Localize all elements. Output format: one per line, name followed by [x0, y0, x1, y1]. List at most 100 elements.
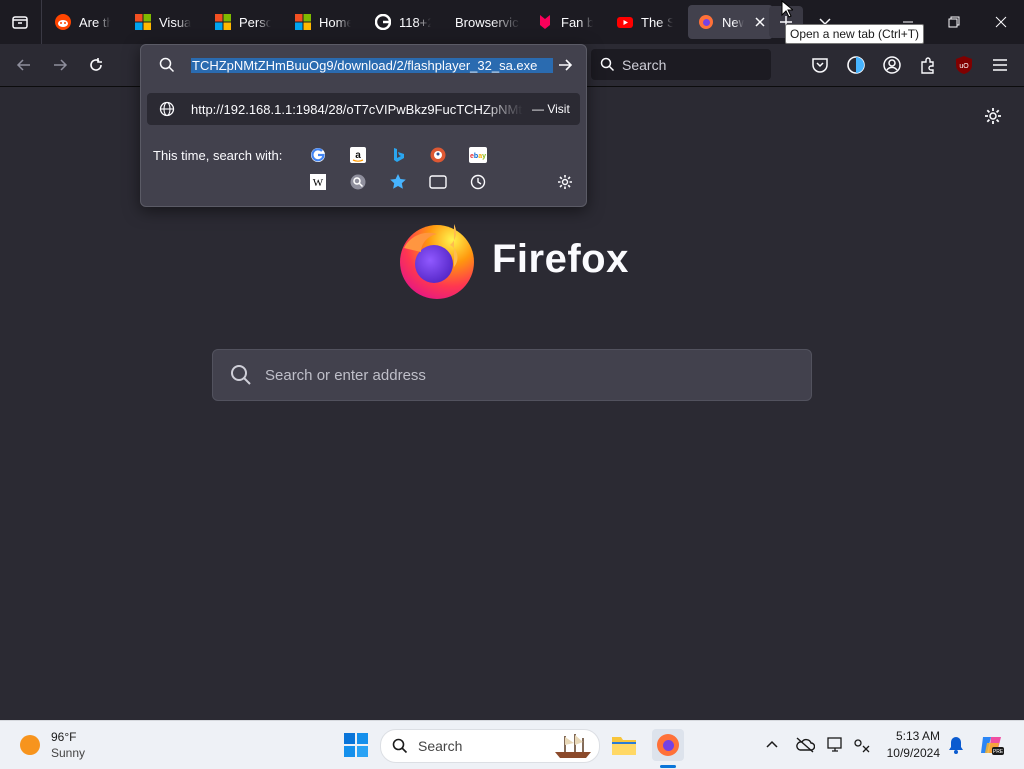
search-icon: [600, 57, 615, 72]
close-window-button[interactable]: [978, 0, 1024, 44]
tab-label: 118+2: [399, 14, 431, 30]
microsoft-icon: [215, 14, 231, 30]
show-hidden-icons-button[interactable]: [760, 729, 784, 761]
tabs-icon[interactable]: [429, 173, 447, 191]
close-tab-icon[interactable]: [754, 16, 766, 28]
home-search-box[interactable]: Search or enter address: [212, 349, 812, 401]
urlbar-value[interactable]: TCHZpNMtZHmBuuOg9/download/2/flashplayer…: [191, 58, 553, 73]
folder-icon: [612, 737, 636, 755]
restore-button[interactable]: [931, 0, 977, 44]
network-button[interactable]: [849, 729, 875, 761]
network-icon: [854, 739, 870, 753]
tab-google[interactable]: 118+2: [365, 5, 450, 39]
amazon-engine-icon[interactable]: a: [349, 146, 367, 164]
back-button[interactable]: [9, 50, 39, 80]
tab-youtube[interactable]: The Sl: [607, 5, 692, 39]
home-search-placeholder: Search or enter address: [265, 367, 426, 384]
ebay-engine-icon[interactable]: ebay: [469, 146, 487, 164]
forward-button[interactable]: [45, 50, 75, 80]
firefox-icon: [657, 734, 679, 756]
svg-text:W: W: [313, 177, 324, 189]
fandom-icon: [537, 14, 553, 30]
tab-home[interactable]: Home: [285, 5, 370, 39]
gear-icon: [985, 108, 1001, 124]
taskbar-search-label: Search: [418, 738, 463, 754]
app-menu-button[interactable]: [985, 50, 1015, 80]
search-settings-gear-icon[interactable]: [556, 173, 574, 191]
extensions-button[interactable]: [913, 50, 943, 80]
file-explorer-button[interactable]: [608, 729, 640, 761]
start-button[interactable]: [340, 729, 372, 761]
firefox-logo: Firefox: [396, 218, 629, 300]
weather-widget[interactable]: 96°F Sunny: [18, 729, 108, 761]
firefox-taskbar-button[interactable]: [652, 729, 684, 761]
tab-label: Fan bl: [561, 14, 593, 30]
notifications-button[interactable]: [943, 729, 969, 761]
hamburger-menu-icon: [993, 59, 1007, 71]
url-suggestion-row[interactable]: http://192.168.1.1:1984/28/oT7cVIPwBkz9F…: [147, 93, 580, 125]
chevron-up-icon: [766, 740, 778, 748]
pocket-button[interactable]: [805, 50, 835, 80]
page-settings-button[interactable]: [982, 105, 1004, 127]
bing-engine-icon[interactable]: [389, 146, 407, 164]
tab-list-button[interactable]: [8, 10, 32, 34]
back-arrow-icon: [16, 59, 30, 71]
tab-list-icon: [12, 16, 28, 29]
duckduckgo-engine-icon[interactable]: [429, 146, 447, 164]
sun-icon: [20, 735, 40, 755]
svg-text:uO: uO: [959, 63, 969, 70]
search-engine-icon[interactable]: [349, 173, 367, 191]
firefox-view-button[interactable]: [841, 50, 871, 80]
display-button[interactable]: [823, 729, 849, 761]
search-icon: [159, 57, 175, 73]
search-icon: [231, 365, 251, 385]
tab-visual[interactable]: Visual: [125, 5, 210, 39]
pocket-icon: [812, 58, 828, 73]
clock-time[interactable]: 5:13 AM: [890, 729, 940, 743]
close-icon: [995, 16, 1007, 28]
toolbar-search-box[interactable]: Search: [591, 49, 771, 80]
tab-label: New: [722, 14, 744, 30]
wikipedia-engine-icon[interactable]: W: [309, 173, 327, 191]
svg-text:a: a: [355, 150, 361, 161]
restore-icon: [948, 16, 960, 28]
copilot-button[interactable]: PRE: [975, 729, 1009, 761]
svg-text:ebay: ebay: [470, 153, 486, 160]
tab-new-tab[interactable]: New: [688, 5, 773, 39]
suggestion-url: http://192.168.1.1:1984/28/oT7cVIPwBkz9F…: [191, 102, 523, 117]
microsoft-icon: [295, 14, 311, 30]
tab-person[interactable]: Person: [205, 5, 290, 39]
urlbar-input[interactable]: TCHZpNMtZHmBuuOg9/download/2/flashplayer…: [141, 45, 586, 85]
tab-fandom[interactable]: Fan bl: [527, 5, 612, 39]
account-button[interactable]: [877, 50, 907, 80]
clock-date[interactable]: 10/9/2024: [880, 746, 940, 760]
urlbar-dropdown: TCHZpNMtZHmBuuOg9/download/2/flashplayer…: [140, 44, 587, 207]
tab-browservic[interactable]: Browservic: [445, 5, 533, 39]
search-icon: [392, 738, 408, 754]
puzzle-icon: [921, 57, 934, 74]
bookmarks-star-icon[interactable]: [389, 173, 407, 191]
history-clock-icon[interactable]: [469, 173, 487, 191]
reddit-icon: [55, 14, 71, 30]
ublock-button[interactable]: uO: [949, 50, 979, 80]
taskbar-search[interactable]: Search: [380, 729, 600, 763]
weather-desc: Sunny: [51, 746, 86, 760]
go-arrow-icon: [559, 59, 573, 71]
brand-name: Firefox: [492, 236, 629, 281]
monitor-icon: [827, 737, 842, 752]
cloud-off-icon: [796, 737, 815, 753]
tab-label: Browservic: [455, 14, 519, 30]
account-icon: [883, 56, 901, 74]
onedrive-button[interactable]: [792, 729, 818, 761]
sync-circle-icon: [847, 56, 865, 74]
google-engine-icon[interactable]: [309, 146, 327, 164]
weather-temp: 96°F: [51, 730, 77, 744]
tab-reddit[interactable]: Are th: [45, 5, 130, 39]
tab-label: Person: [239, 14, 271, 30]
ublock-icon: uO: [956, 56, 972, 74]
ship-search-highlight-icon: [555, 734, 591, 758]
reload-button[interactable]: [81, 50, 111, 80]
google-icon: [374, 13, 392, 31]
windows-taskbar: 96°F Sunny Search 5:13 AM 10/9/2024 PRE: [0, 720, 1024, 769]
reload-icon: [90, 58, 102, 71]
